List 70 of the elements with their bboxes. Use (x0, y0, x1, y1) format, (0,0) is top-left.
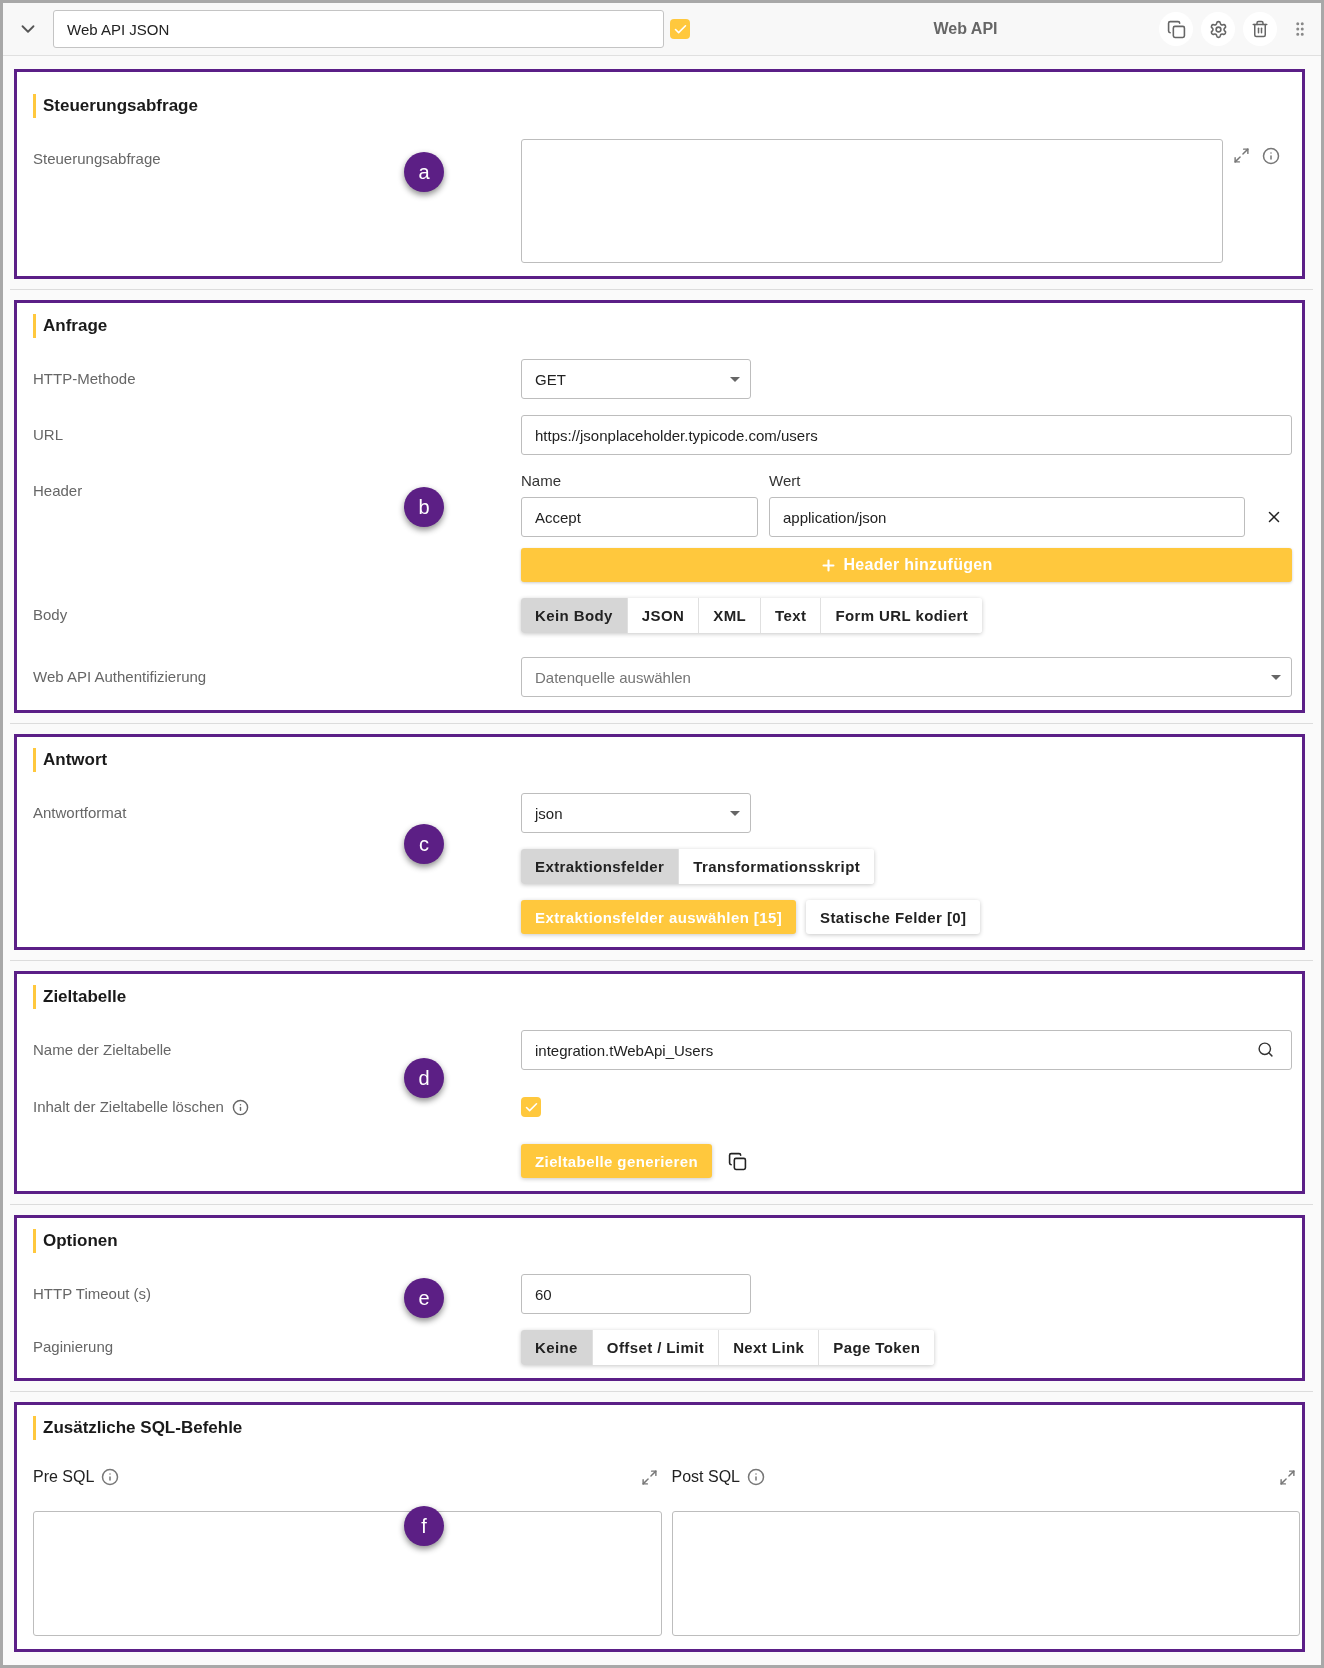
toggle-option[interactable]: Text (760, 598, 821, 633)
marker-badge: e (404, 1278, 444, 1318)
marker-badge: f (404, 1506, 444, 1546)
caret-icon (730, 810, 740, 816)
title-field[interactable]: Web API JSON (53, 10, 664, 48)
toggle-option[interactable]: Form URL kodiert (820, 598, 983, 633)
url-field[interactable]: https://jsonplaceholder.typicode.com/users (521, 415, 1292, 455)
field-label: Body (33, 605, 68, 625)
select-field[interactable]: json (521, 793, 751, 833)
header-name-field[interactable]: Accept (521, 497, 758, 537)
copy-icon (1166, 19, 1186, 39)
info-icon[interactable] (747, 1468, 765, 1486)
field-label: HTTP-Methode (33, 369, 136, 389)
section-title: Steuerungsabfrage (33, 94, 1292, 118)
toggle-option[interactable]: Kein Body (521, 598, 627, 633)
plus-icon (820, 556, 838, 574)
delete-button[interactable] (1243, 12, 1277, 46)
toggle-option[interactable]: Next Link (718, 1330, 819, 1365)
checkbox[interactable] (670, 19, 690, 39)
field-label: Paginierung (33, 1337, 114, 1357)
search-icon[interactable] (1257, 1041, 1274, 1058)
section-title: Anfrage (33, 314, 1292, 338)
info-icon[interactable] (101, 1468, 120, 1486)
timeout-field[interactable]: 60 (521, 1274, 751, 1314)
section-title: Zusätzliche SQL-Befehle (33, 1416, 1292, 1440)
field-label: HTTP Timeout (s) (33, 1284, 152, 1304)
duplicate-button[interactable] (1159, 12, 1193, 46)
field-label: Header (33, 481, 83, 501)
field-label: Antwortformat (33, 803, 127, 823)
section-title: Optionen (33, 1229, 1292, 1253)
toggle-option[interactable]: XML (698, 598, 761, 633)
info-icon[interactable] (231, 1098, 249, 1116)
toggle-option[interactable]: Page Token (818, 1330, 935, 1365)
header-value-field[interactable]: application/json (769, 497, 1245, 537)
toggle-option[interactable]: JSON (626, 598, 699, 633)
field-label: Inhalt der Zieltabelle löschen (33, 1097, 224, 1117)
caret-icon (1271, 674, 1281, 680)
toggle-option[interactable]: Keine (521, 1330, 592, 1365)
select-field[interactable]: GET (521, 359, 751, 399)
column-label: Wert (769, 471, 802, 491)
editor-label: Pre SQL (33, 1468, 95, 1486)
expand-icon[interactable] (1233, 147, 1250, 164)
caret-icon (730, 376, 740, 382)
editor-label: Post SQL (671, 1468, 740, 1486)
trash-icon (1251, 20, 1269, 38)
info-icon[interactable] (1262, 147, 1280, 165)
marker-badge: a (404, 152, 444, 192)
toggle-option[interactable]: Transformationsskript (678, 849, 875, 884)
search-field[interactable]: integration.tWebApi_Users (521, 1030, 1292, 1070)
toggle-option[interactable]: Extraktionsfelder (521, 849, 679, 884)
expand-icon[interactable] (1279, 1468, 1296, 1486)
field-label: URL (33, 425, 63, 445)
marker-badge: d (404, 1058, 444, 1098)
type-label: Web API (932, 20, 999, 38)
settings-button[interactable] (1201, 12, 1235, 46)
copy-icon[interactable] (728, 1151, 748, 1171)
marker-badge: b (404, 487, 444, 527)
section-title: Zieltabelle (33, 985, 1292, 1009)
section-title: Antwort (33, 748, 1292, 772)
column-label: Name (521, 471, 562, 491)
field-label: Web API Authentifizierung (33, 667, 207, 687)
action-button[interactable]: Statische Felder [0] (806, 900, 981, 934)
expand-icon[interactable] (640, 1468, 658, 1486)
checkbox[interactable] (521, 1097, 541, 1117)
marker-badge: c (404, 824, 444, 864)
field-label: Steuerungsabfrage (33, 149, 161, 169)
settings-icon (1208, 19, 1228, 39)
toggle-option[interactable]: Offset / Limit (591, 1330, 719, 1365)
select-field[interactable]: Datenquelle auswählen (521, 657, 1292, 697)
field-label: Name der Zieltabelle (33, 1040, 172, 1060)
